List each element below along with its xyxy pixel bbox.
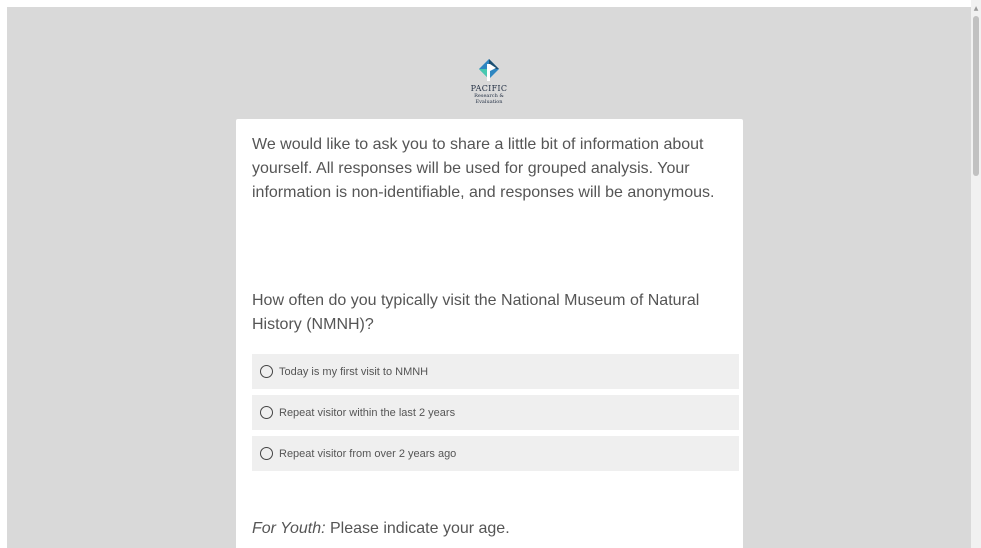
radio-button-icon[interactable] [260, 406, 273, 419]
intro-text: We would like to ask you to share a litt… [252, 136, 715, 201]
radio-button-icon[interactable] [260, 365, 273, 378]
logo-name: PACIFIC [470, 84, 508, 93]
pacific-logo-icon [479, 59, 499, 81]
survey-page: PACIFIC Research & Evaluation We would l… [7, 7, 971, 548]
youth-question-text: Please indicate your age. [325, 520, 510, 537]
youth-prefix: For Youth: [252, 520, 326, 537]
option-label: Today is my first visit to NMNH [279, 365, 429, 378]
survey-card: We would like to ask you to share a litt… [236, 119, 743, 548]
scroll-up-arrow-icon[interactable]: ▲ [971, 4, 981, 14]
radio-button-icon[interactable] [260, 447, 273, 460]
youth-age-question: For Youth: Please indicate your age. [252, 517, 510, 541]
vertical-scrollbar[interactable]: ▲ [971, 0, 981, 548]
pacific-logo: PACIFIC Research & Evaluation [461, 59, 517, 117]
option-first-visit[interactable]: Today is my first visit to NMNH [252, 354, 739, 389]
option-repeat-recent[interactable]: Repeat visitor within the last 2 years [252, 395, 739, 430]
option-repeat-old[interactable]: Repeat visitor from over 2 years ago [252, 436, 739, 471]
logo-subtitle-line2: Evaluation [475, 99, 503, 105]
option-label: Repeat visitor within the last 2 years [279, 406, 456, 419]
option-label: Repeat visitor from over 2 years ago [279, 447, 457, 460]
scrollbar-thumb[interactable] [973, 16, 979, 176]
visit-frequency-question: How often do you typically visit the Nat… [252, 292, 700, 333]
visit-frequency-options: Today is my first visit to NMNH Repeat v… [252, 354, 739, 477]
